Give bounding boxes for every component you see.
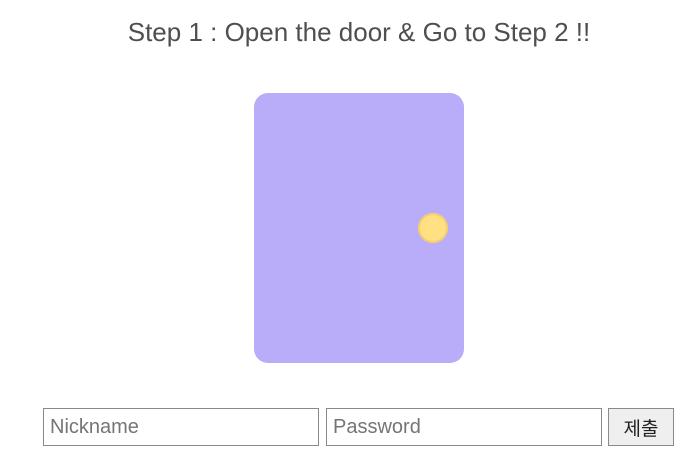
submit-button[interactable]: 제출 — [608, 408, 674, 446]
door-icon[interactable] — [254, 93, 464, 363]
password-input[interactable] — [326, 408, 602, 446]
door-knob-icon[interactable] — [418, 213, 448, 243]
nickname-input[interactable] — [43, 408, 319, 446]
page-title: Step 1 : Open the door & Go to Step 2 !! — [127, 17, 591, 47]
